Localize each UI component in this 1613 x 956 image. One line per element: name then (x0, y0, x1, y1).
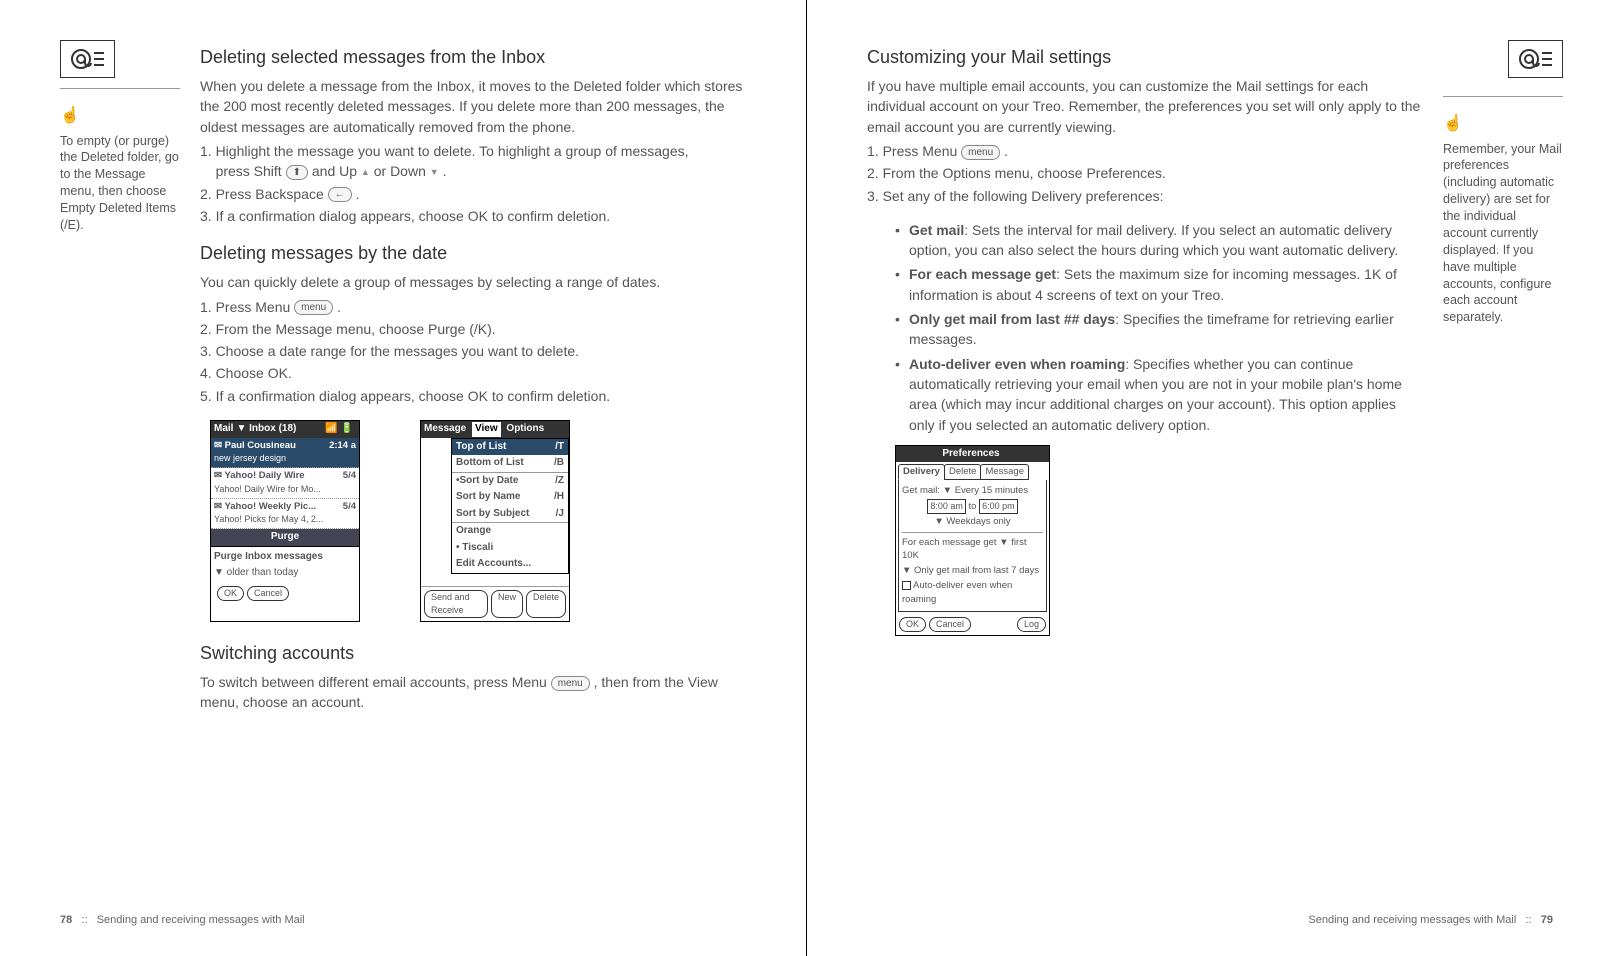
mail-icon-box (1508, 40, 1563, 78)
screenshot-view-menu: Message View Options Top of List/T Botto… (420, 420, 570, 622)
right-footer: Sending and receiving messages with Mail… (1308, 914, 1553, 926)
steps-delete-inbox: 1. Highlight the message you want to del… (200, 141, 756, 226)
hand-pointer-icon: ☝ (60, 105, 180, 127)
right-content: Customizing your Mail settings If you ha… (867, 40, 1423, 926)
heading-customizing: Customizing your Mail settings (867, 44, 1423, 70)
screenshot-purge-inbox: Mail ▼ Inbox (18) 📶 🔋 ✉ Paul Cousineau 2… (210, 420, 360, 622)
menu-key-icon: menu (961, 145, 1000, 160)
mail-icon-box (60, 40, 115, 78)
left-footer: 78 :: Sending and receiving messages wit… (60, 914, 305, 926)
screenshot-row: Mail ▼ Inbox (18) 📶 🔋 ✉ Paul Cousineau 2… (210, 420, 756, 622)
paragraph-switching: To switch between different email accoun… (200, 672, 756, 713)
steps-customizing: 1. Press Menu menu . 2. From the Options… (867, 141, 1423, 206)
left-content: Deleting selected messages from the Inbo… (200, 40, 756, 926)
hand-pointer-icon: ☝ (1443, 113, 1563, 135)
left-page: ☝ To empty (or purge) the Deleted folder… (0, 0, 806, 956)
right-sidebar: ☝ Remember, your Mail preferences (inclu… (1443, 40, 1563, 926)
cancel-button[interactable]: Cancel (247, 586, 289, 601)
preference-bullets: Get mail: Sets the interval for mail del… (895, 220, 1423, 435)
log-button[interactable]: Log (1017, 617, 1046, 632)
cancel-button[interactable]: Cancel (929, 617, 971, 632)
ok-button[interactable]: OK (899, 617, 926, 632)
down-arrow-icon: ▼ (430, 166, 439, 179)
screenshot-preferences: Preferences ⓘ Delivery Delete Message Ge… (895, 445, 1050, 636)
left-tip: ☝ To empty (or purge) the Deleted folder… (60, 105, 180, 234)
right-page: Customizing your Mail settings If you ha… (807, 0, 1613, 956)
menu-key-icon: menu (294, 300, 333, 315)
up-arrow-icon: ▲ (361, 166, 370, 179)
left-tip-text: To empty (or purge) the Deleted folder, … (60, 134, 179, 232)
right-tip-text: Remember, your Mail preferences (includi… (1443, 142, 1562, 325)
paragraph-delete-intro: When you delete a message from the Inbox… (200, 76, 756, 137)
heading-deleting-inbox: Deleting selected messages from the Inbo… (200, 44, 756, 70)
paragraph-customizing-intro: If you have multiple email accounts, you… (867, 76, 1423, 137)
paragraph-date-intro: You can quickly delete a group of messag… (200, 272, 756, 292)
menu-key-icon: menu (551, 676, 590, 691)
mail-at-icon (1518, 47, 1554, 71)
backspace-key-icon: ← (328, 187, 352, 202)
steps-delete-by-date: 1. Press Menu menu . 2. From the Message… (200, 297, 756, 406)
mail-at-icon (70, 47, 106, 71)
shift-key-icon: ⬆ (286, 165, 308, 180)
ok-button[interactable]: OK (217, 586, 244, 601)
right-tip: ☝ Remember, your Mail preferences (inclu… (1443, 113, 1563, 326)
left-sidebar: ☝ To empty (or purge) the Deleted folder… (60, 40, 180, 926)
heading-switching-accounts: Switching accounts (200, 640, 756, 666)
heading-deleting-by-date: Deleting messages by the date (200, 240, 756, 266)
